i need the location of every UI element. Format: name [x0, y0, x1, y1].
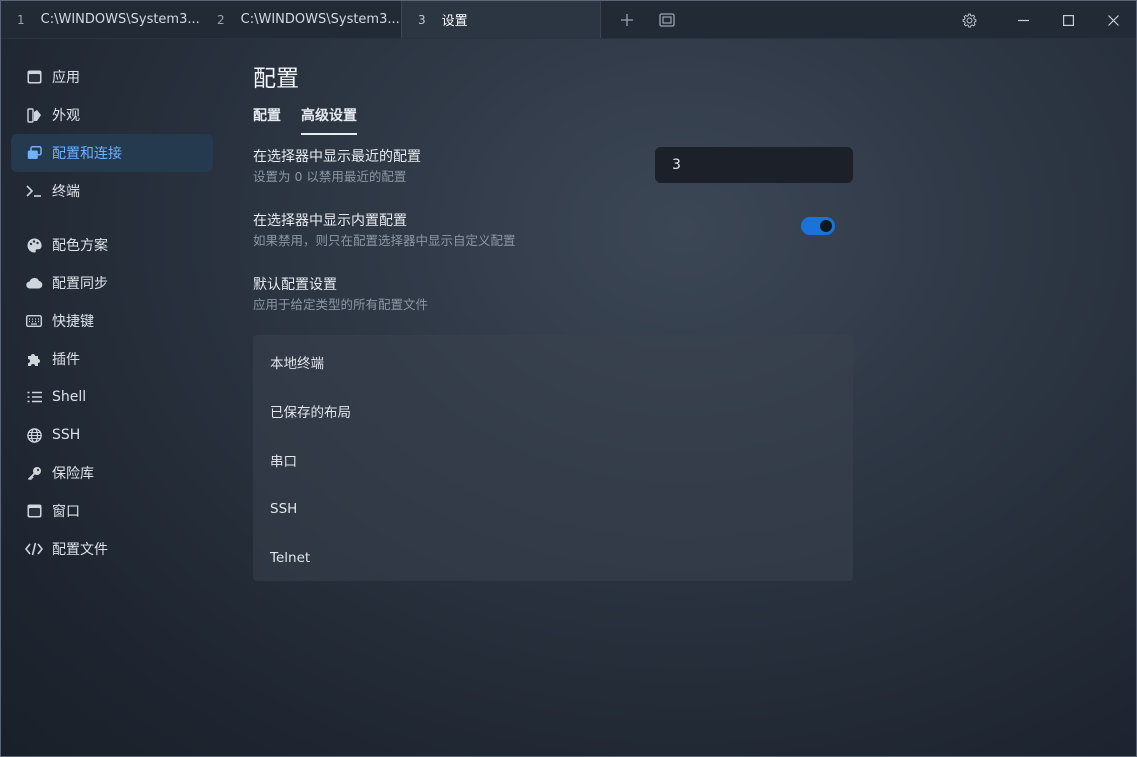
- sidebar-item-label: Shell: [52, 389, 87, 405]
- sidebar-item-plugins[interactable]: 插件: [11, 340, 213, 378]
- sidebar-item-appearance[interactable]: 外观: [11, 96, 213, 134]
- window-stack-icon: [659, 12, 675, 27]
- subtabs: 配置 高级设置: [253, 105, 853, 135]
- sidebar-item-shell[interactable]: Shell: [11, 378, 213, 416]
- setting-description: 如果禁用，则只在配置选择器中显示自定义配置: [253, 233, 516, 248]
- window-controls: [949, 1, 1136, 38]
- key-icon: [25, 464, 43, 482]
- tab-terminal-2[interactable]: 2 C:\WINDOWS\System3...: [201, 1, 401, 38]
- app-window: 1 C:\WINDOWS\System3... 2 C:\WINDOWS\Sys…: [0, 0, 1137, 757]
- builtin-profiles-toggle[interactable]: [801, 217, 835, 235]
- setting-default-profiles: 默认配置设置 应用于给定类型的所有配置文件: [253, 275, 853, 319]
- profile-type-list: 本地终端 已保存的布局 串口 SSH Telnet: [253, 335, 853, 581]
- list-item[interactable]: Telnet: [253, 533, 853, 582]
- tab-actions: [601, 1, 685, 38]
- sidebar-item-vault[interactable]: 保险库: [11, 454, 213, 492]
- palette-brush-icon: [25, 106, 43, 124]
- new-tab-button[interactable]: [609, 1, 645, 39]
- sidebar-item-label: 配置和连接: [52, 146, 122, 162]
- gear-icon: [962, 13, 976, 28]
- profiles-menu-button[interactable]: [649, 1, 685, 39]
- tab-bar: 1 C:\WINDOWS\System3... 2 C:\WINDOWS\Sys…: [1, 1, 1136, 39]
- setting-description: 应用于给定类型的所有配置文件: [253, 297, 429, 312]
- sidebar-item-label: 配色方案: [52, 238, 108, 254]
- setting-builtin-profiles: 在选择器中显示内置配置 如果禁用，则只在配置选择器中显示自定义配置: [253, 211, 853, 275]
- tab-label: 设置: [441, 14, 468, 29]
- recent-profiles-count-input[interactable]: [655, 147, 853, 183]
- maximize-icon: [1063, 14, 1074, 26]
- settings-content: 配置 配置 高级设置 在选择器中显示最近的配置 设置为 0 以禁用最近的配置 在…: [253, 39, 853, 581]
- page-title: 配置: [253, 66, 299, 92]
- sidebar-item-color-scheme[interactable]: 配色方案: [11, 226, 213, 264]
- list-item[interactable]: SSH: [253, 484, 853, 533]
- sidebar-item-hotkeys[interactable]: 快捷键: [11, 302, 213, 340]
- sidebar-item-label: SSH: [52, 427, 81, 443]
- window-icon: [25, 68, 43, 86]
- setting-label: 默认配置设置: [253, 277, 337, 293]
- plus-icon: [621, 13, 633, 26]
- tab-number: 3: [418, 12, 426, 27]
- sidebar-item-label: 配置文件: [52, 542, 108, 558]
- sidebar-item-label: 保险库: [52, 466, 94, 482]
- sidebar-item-label: 配置同步: [52, 276, 108, 292]
- sidebar-item-terminal[interactable]: 终端: [11, 172, 213, 210]
- list-item[interactable]: 本地终端: [253, 337, 853, 386]
- maximize-button[interactable]: [1046, 1, 1091, 39]
- sidebar-item-config-file[interactable]: 配置文件: [11, 530, 213, 568]
- sidebar-item-label: 快捷键: [52, 314, 94, 330]
- settings-button[interactable]: [949, 1, 989, 39]
- list-item[interactable]: 已保存的布局: [253, 386, 853, 435]
- sidebar-item-profiles-connections[interactable]: 配置和连接: [11, 134, 213, 172]
- setting-label: 在选择器中显示内置配置: [253, 213, 407, 229]
- sidebar-item-window[interactable]: 窗口: [11, 492, 213, 530]
- settings-sidebar: 应用 外观 配置和连接 终端 配色方案 配置同步 快捷键 插件 Shell SS…: [1, 39, 223, 756]
- close-icon: [1108, 14, 1119, 26]
- sidebar-item-label: 终端: [52, 184, 80, 200]
- sidebar-item-config-sync[interactable]: 配置同步: [11, 264, 213, 302]
- sidebar-item-label: 外观: [52, 108, 80, 124]
- tab-label: C:\WINDOWS\System3...: [40, 12, 200, 27]
- minimize-button[interactable]: [1001, 1, 1046, 39]
- terminal-prompt-icon: [25, 182, 43, 200]
- windows-stack-icon: [25, 144, 43, 162]
- tab-number: 2: [217, 12, 225, 27]
- code-icon: [25, 540, 43, 558]
- palette-icon: [25, 236, 43, 254]
- sidebar-item-application[interactable]: 应用: [11, 58, 213, 96]
- minimize-icon: [1018, 19, 1029, 21]
- tab-settings[interactable]: 3 设置: [401, 1, 601, 38]
- puzzle-icon: [25, 350, 43, 368]
- sidebar-item-label: 应用: [52, 70, 80, 86]
- window-icon: [25, 502, 43, 520]
- tab-number: 1: [17, 12, 25, 27]
- sidebar-item-ssh[interactable]: SSH: [11, 416, 213, 454]
- tab-advanced-settings[interactable]: 高级设置: [301, 105, 357, 135]
- tab-label: C:\WINDOWS\System3...: [240, 12, 400, 27]
- setting-recent-profiles: 在选择器中显示最近的配置 设置为 0 以禁用最近的配置: [253, 147, 853, 211]
- cloud-icon: [25, 274, 43, 292]
- close-button[interactable]: [1091, 1, 1136, 39]
- globe-icon: [25, 426, 43, 444]
- sidebar-item-label: 插件: [52, 352, 80, 368]
- list-icon: [25, 388, 43, 406]
- toggle-knob: [820, 220, 832, 232]
- tab-profiles[interactable]: 配置: [253, 105, 281, 135]
- keyboard-icon: [25, 312, 43, 330]
- sidebar-item-label: 窗口: [52, 504, 80, 520]
- list-item[interactable]: 串口: [253, 435, 853, 484]
- tab-terminal-1[interactable]: 1 C:\WINDOWS\System3...: [1, 1, 201, 38]
